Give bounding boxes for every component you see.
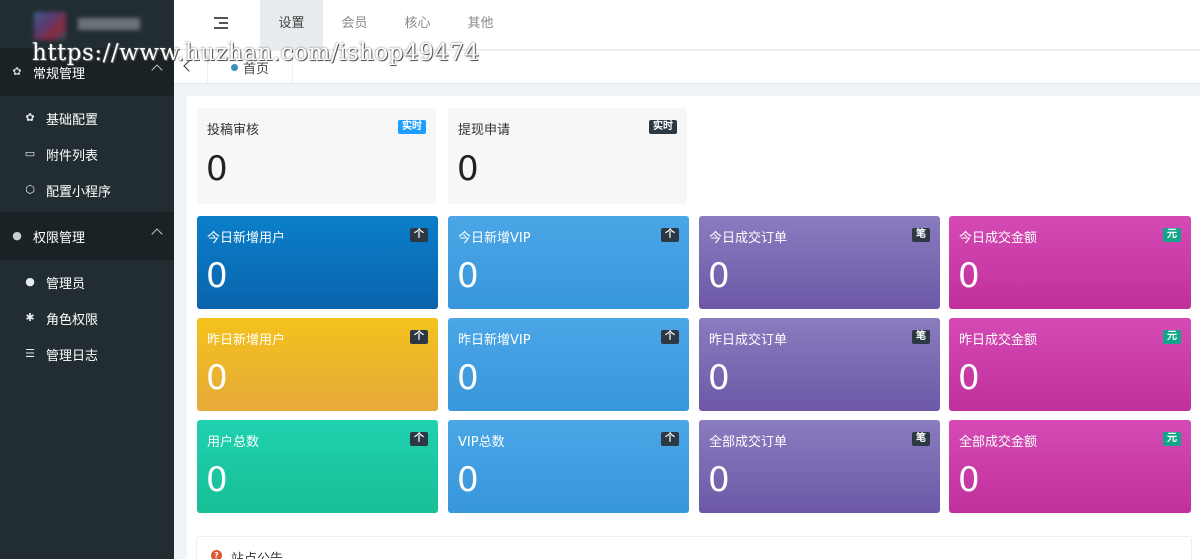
sidebar-item-logs[interactable]: ☰ 管理日志 <box>0 336 174 372</box>
card-value: 0 <box>206 358 228 398</box>
card-total-vip[interactable]: VIP总数 个 0 <box>448 420 689 513</box>
card-label: 昨日新增用户 <box>207 333 286 348</box>
realtime-badge: 实时 <box>398 120 426 134</box>
card-total-users[interactable]: 用户总数 个 0 <box>197 420 438 513</box>
card-total-orders[interactable]: 全部成交订单 笔 0 <box>699 420 940 513</box>
card-label: 用户总数 <box>207 435 260 450</box>
card-value: 0 <box>206 149 228 189</box>
sidebar-item-miniprogram[interactable]: ⬡ 配置小程序 <box>0 172 174 208</box>
chevron-up-icon <box>151 64 163 76</box>
sidebar-item-admins[interactable]: ● 管理员 <box>0 264 174 300</box>
sidebar-item-label: 管理员 <box>46 276 86 292</box>
card-yesterday-new-vip[interactable]: 昨日新增VIP 个 0 <box>448 318 689 411</box>
card-label: 昨日成交订单 <box>709 333 788 348</box>
unit-badge: 元 <box>1163 228 1181 242</box>
announcement-panel: ? 站点公告 <box>196 536 1192 559</box>
card-today-amount[interactable]: 今日成交金额 元 0 <box>949 216 1191 309</box>
sidebar-item-label: 角色权限 <box>46 312 99 328</box>
card-withdraw-request[interactable]: 提现申请 实时 0 <box>448 108 687 204</box>
card-yesterday-orders[interactable]: 昨日成交订单 笔 0 <box>699 318 940 411</box>
sidebar-item-roles[interactable]: ✱ 角色权限 <box>0 300 174 336</box>
card-yesterday-new-users[interactable]: 昨日新增用户 个 0 <box>197 318 438 411</box>
sidebar-item-label: 管理日志 <box>46 348 99 364</box>
card-total-amount[interactable]: 全部成交金额 元 0 <box>949 420 1191 513</box>
card-submission-review[interactable]: 投稿审核 实时 0 <box>197 108 436 204</box>
card-label: 今日成交金额 <box>959 231 1038 246</box>
sidebar-group-label: 权限管理 <box>33 230 86 246</box>
card-value: 0 <box>457 149 479 189</box>
logo-mark <box>34 12 66 40</box>
unit-badge: 个 <box>410 228 428 242</box>
card-label: 昨日新增VIP <box>458 333 531 348</box>
paw-icon: ● <box>12 229 22 242</box>
card-label: 提现申请 <box>458 123 511 138</box>
sidebar: ✿ 常规管理 ✿ 基础配置 ▭ 附件列表 ⬡ 配置小程序 ● 权限管理 ● 管理… <box>0 0 174 559</box>
gear-icon: ✿ <box>25 111 35 124</box>
card-value: 0 <box>708 256 730 296</box>
card-label: 投稿审核 <box>207 123 260 138</box>
unit-badge: 个 <box>410 432 428 446</box>
card-value: 0 <box>958 358 980 398</box>
unit-badge: 笔 <box>912 330 930 344</box>
card-label: 今日新增VIP <box>458 231 531 246</box>
unit-badge: 笔 <box>912 228 930 242</box>
unit-badge: 个 <box>410 330 428 344</box>
card-value: 0 <box>708 358 730 398</box>
sidebar-item-label: 配置小程序 <box>46 184 112 200</box>
card-label: 今日成交订单 <box>709 231 788 246</box>
card-value: 0 <box>457 256 479 296</box>
folder-icon: ▭ <box>24 147 36 160</box>
card-value: 0 <box>206 256 228 296</box>
announcement-title: 站点公告 <box>231 548 283 559</box>
gear-icon: ✿ <box>12 65 22 78</box>
card-yesterday-amount[interactable]: 昨日成交金额 元 0 <box>949 318 1191 411</box>
unit-badge: 元 <box>1163 330 1181 344</box>
card-label: 昨日成交金额 <box>959 333 1038 348</box>
unit-badge: 个 <box>661 330 679 344</box>
card-value: 0 <box>958 256 980 296</box>
card-label: 今日新增用户 <box>207 231 286 246</box>
card-value: 0 <box>958 460 980 500</box>
sidebar-item-attachments[interactable]: ▭ 附件列表 <box>0 136 174 172</box>
watermark-text: https://www.huzhan.com/ishop49474 <box>32 40 480 66</box>
sidebar-item-label: 附件列表 <box>46 148 99 164</box>
list-icon: ☰ <box>25 347 35 360</box>
card-label: 全部成交订单 <box>709 435 788 450</box>
question-circle-icon: ? <box>211 550 222 559</box>
card-today-orders[interactable]: 今日成交订单 笔 0 <box>699 216 940 309</box>
card-value: 0 <box>457 460 479 500</box>
logo-name-blurred <box>78 18 140 30</box>
chevron-up-icon <box>151 228 163 240</box>
menu-toggle-icon[interactable] <box>214 17 228 31</box>
card-label: 全部成交金额 <box>959 435 1038 450</box>
bug-icon: ✱ <box>25 311 35 324</box>
sidebar-group-permissions[interactable]: ● 权限管理 <box>0 212 174 260</box>
card-today-new-users[interactable]: 今日新增用户 个 0 <box>197 216 438 309</box>
card-label: VIP总数 <box>458 435 505 450</box>
cube-icon: ⬡ <box>25 183 35 196</box>
sidebar-item-basic-config[interactable]: ✿ 基础配置 <box>0 100 174 136</box>
unit-badge: 元 <box>1163 432 1181 446</box>
sidebar-item-label: 基础配置 <box>46 112 99 128</box>
card-value: 0 <box>206 460 228 500</box>
user-circle-icon: ● <box>25 275 35 288</box>
unit-badge: 笔 <box>912 432 930 446</box>
realtime-badge: 实时 <box>649 120 677 134</box>
card-today-new-vip[interactable]: 今日新增VIP 个 0 <box>448 216 689 309</box>
unit-badge: 个 <box>661 432 679 446</box>
card-value: 0 <box>457 358 479 398</box>
unit-badge: 个 <box>661 228 679 242</box>
card-value: 0 <box>708 460 730 500</box>
